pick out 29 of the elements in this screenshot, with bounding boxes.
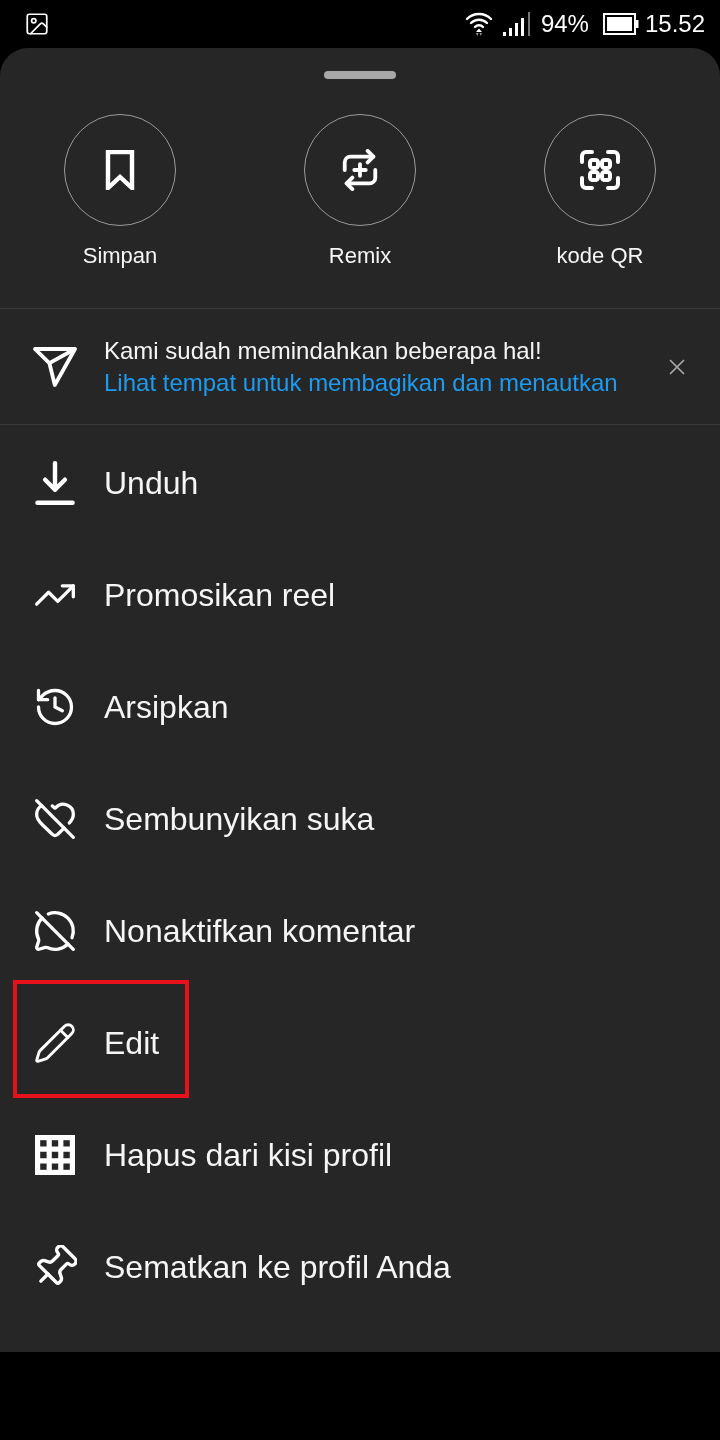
menu-item[interactable]: Sembunyikan suka xyxy=(0,763,395,875)
wifi-icon xyxy=(464,11,493,37)
comment-off-icon xyxy=(33,909,77,953)
pencil-icon xyxy=(33,1021,77,1065)
notice-link[interactable]: Lihat tempat untuk membagikan dan menautkan xyxy=(104,366,618,399)
bookmark-icon xyxy=(105,150,135,190)
action-label: kode QR xyxy=(556,242,644,270)
menu-item[interactable]: Hapus dari kisi profil xyxy=(0,1099,413,1211)
drag-handle[interactable] xyxy=(324,71,396,79)
battery-icon xyxy=(602,13,639,35)
menu-item[interactable]: Sematkan ke profil Anda xyxy=(0,1211,471,1323)
grid-icon xyxy=(35,1135,75,1175)
action-label: Remix xyxy=(328,242,392,270)
image-icon xyxy=(24,11,50,37)
heart-off-icon xyxy=(33,797,77,841)
menu-item[interactable]: Edit xyxy=(0,987,180,1099)
menu-item[interactable]: Promosikan reel xyxy=(0,539,356,651)
clock-time: 15.52 xyxy=(644,12,705,36)
download-icon xyxy=(35,461,75,505)
notice-title: Kami sudah memindahkan beberapa hal! xyxy=(104,335,542,366)
signal-icon xyxy=(502,11,533,37)
action-label: Simpan xyxy=(82,242,158,270)
battery-percent: 94% xyxy=(540,12,589,36)
menu-item[interactable]: Arsipkan xyxy=(0,651,249,763)
qr-code-icon xyxy=(580,150,620,190)
menu-item[interactable]: Unduh xyxy=(0,427,219,539)
remix-icon xyxy=(342,149,378,191)
menu-item[interactable]: Nonaktifkan komentar xyxy=(0,875,436,987)
paper-plane-icon xyxy=(33,345,77,388)
